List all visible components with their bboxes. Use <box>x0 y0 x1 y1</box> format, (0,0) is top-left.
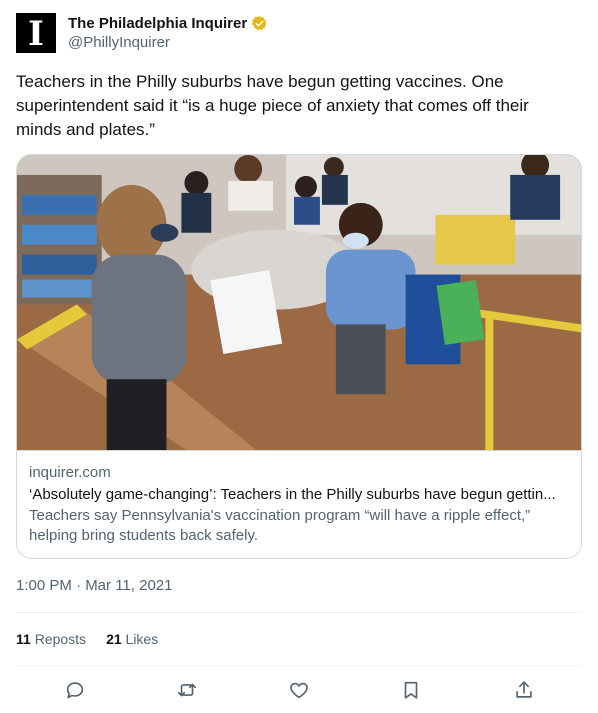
divider <box>16 612 582 613</box>
card-title[interactable]: ‘Absolutely game-changing’: Teachers in … <box>29 485 569 505</box>
engagement-stats: 11 Reposts 21 Likes <box>16 631 178 647</box>
verified-badge-icon <box>251 16 267 30</box>
reposts-stat[interactable]: 11 Reposts <box>16 631 86 647</box>
bookmark-icon <box>404 681 418 699</box>
card-description: Teachers say Pennsylvania's vaccination … <box>29 507 531 544</box>
reply-button[interactable] <box>63 678 87 702</box>
like-icon <box>290 682 308 699</box>
likes-count: 21 <box>106 631 122 647</box>
likes-label: Likes <box>125 631 159 647</box>
share-icon <box>516 681 532 698</box>
inquirer-logo: I <box>28 13 44 54</box>
avatar[interactable]: I <box>16 13 56 53</box>
article-photo[interactable] <box>17 155 581 451</box>
bookmark-button[interactable] <box>399 678 423 702</box>
action-bar <box>16 676 582 706</box>
repost-icon <box>177 683 197 697</box>
likes-stat[interactable]: 21 Likes <box>106 631 158 647</box>
repost-button[interactable] <box>175 678 199 702</box>
name-row: The Philadelphia Inquirer <box>68 15 268 32</box>
reposts-count: 11 <box>16 631 31 647</box>
link-card[interactable]: inquirer.com ‘Absolutely game-changing’:… <box>16 154 582 559</box>
tweet-text: Teachers in the Philly suburbs have begu… <box>16 72 529 139</box>
like-button[interactable] <box>287 678 311 702</box>
share-button[interactable] <box>512 678 536 702</box>
reply-icon <box>66 682 84 699</box>
tweet-timestamp[interactable]: 1:00 PM · Mar 11, 2021 <box>16 577 172 594</box>
divider <box>16 665 582 666</box>
account-handle[interactable]: @PhillyInquirer <box>68 34 268 51</box>
card-body: inquirer.com ‘Absolutely game-changing’:… <box>17 451 581 558</box>
reposts-label: Reposts <box>34 631 87 647</box>
account-names: The Philadelphia Inquirer @PhillyInquire… <box>68 15 268 51</box>
display-name[interactable]: The Philadelphia Inquirer <box>68 15 247 32</box>
card-domain: inquirer.com <box>29 464 111 481</box>
tweet-header: I The Philadelphia Inquirer @PhillyInqui… <box>16 12 268 54</box>
